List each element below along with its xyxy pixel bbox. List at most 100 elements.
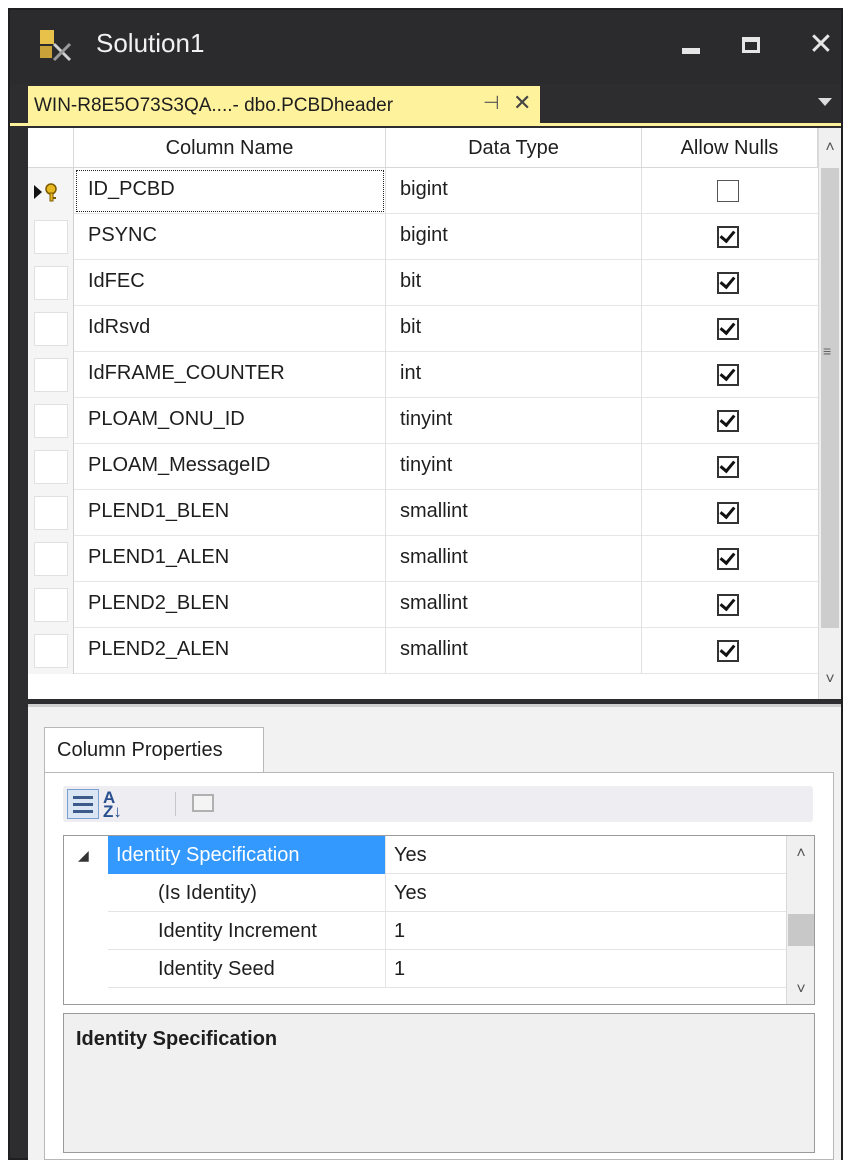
- allow-nulls-header[interactable]: Allow Nulls: [642, 128, 818, 168]
- grid-scrollbar[interactable]: ˄ ≡ ˅: [818, 128, 841, 699]
- data-type-cell[interactable]: bit: [386, 260, 642, 306]
- table-row[interactable]: IdFEC bit: [28, 260, 818, 306]
- property-name: Identity Seed: [108, 950, 386, 988]
- scroll-down-icon[interactable]: ˅: [819, 668, 841, 692]
- close-icon: ✕: [808, 27, 834, 62]
- column-properties-tab[interactable]: Column Properties: [44, 727, 264, 773]
- row-selector-box: [34, 634, 68, 668]
- allow-nulls-checkbox[interactable]: [717, 180, 739, 202]
- table-row[interactable]: IdRsvd bit: [28, 306, 818, 352]
- column-name-header[interactable]: Column Name: [74, 128, 386, 168]
- row-selector[interactable]: [28, 490, 74, 536]
- property-value[interactable]: 1: [386, 912, 786, 950]
- data-type-cell[interactable]: smallint: [386, 490, 642, 536]
- row-selector[interactable]: [28, 306, 74, 352]
- allow-nulls-checkbox[interactable]: [717, 456, 739, 478]
- property-value[interactable]: 1: [386, 950, 786, 988]
- column-name-cell[interactable]: PLEND2_BLEN: [74, 582, 386, 628]
- column-name-cell[interactable]: ID_PCBD: [74, 168, 386, 214]
- row-selector-box: [34, 358, 68, 392]
- scroll-up-icon[interactable]: ˄: [819, 136, 841, 160]
- row-selector[interactable]: [28, 398, 74, 444]
- scroll-down-icon[interactable]: ˅: [787, 978, 814, 1002]
- minimize-button[interactable]: [668, 22, 714, 68]
- property-pages-icon: [192, 794, 214, 812]
- scroll-thumb[interactable]: [788, 914, 814, 946]
- row-selector-box: [34, 266, 68, 300]
- row-selector[interactable]: [28, 582, 74, 628]
- allow-nulls-checkbox[interactable]: [717, 502, 739, 524]
- column-name-cell[interactable]: PLEND1_ALEN: [74, 536, 386, 582]
- categorized-button[interactable]: [67, 789, 99, 819]
- scroll-up-icon[interactable]: ˄: [787, 842, 814, 866]
- table-row[interactable]: PLEND1_BLEN smallint: [28, 490, 818, 536]
- allow-nulls-checkbox[interactable]: [717, 594, 739, 616]
- data-type-header[interactable]: Data Type: [386, 128, 642, 168]
- data-type-cell[interactable]: bit: [386, 306, 642, 352]
- table-row[interactable]: ID_PCBD bigint: [28, 168, 818, 214]
- table-row[interactable]: PLEND1_ALEN smallint: [28, 536, 818, 582]
- allow-nulls-checkbox[interactable]: [717, 318, 739, 340]
- property-value[interactable]: Yes: [386, 836, 786, 874]
- data-type-cell[interactable]: smallint: [386, 536, 642, 582]
- property-row[interactable]: Identity Increment 1: [64, 912, 786, 950]
- row-selector-header: [28, 128, 74, 168]
- table-row[interactable]: PLEND2_BLEN smallint: [28, 582, 818, 628]
- close-window-button[interactable]: ✕: [798, 22, 844, 68]
- column-name-cell[interactable]: IdRsvd: [74, 306, 386, 352]
- property-scrollbar[interactable]: ˄ ˅: [786, 836, 814, 1004]
- data-type-cell[interactable]: smallint: [386, 582, 642, 628]
- column-name-cell[interactable]: PLEND2_ALEN: [74, 628, 386, 674]
- column-name-cell[interactable]: PLOAM_MessageID: [74, 444, 386, 490]
- allow-nulls-checkbox[interactable]: [717, 410, 739, 432]
- checkmark-icon: [719, 502, 736, 520]
- row-selector[interactable]: [28, 260, 74, 306]
- document-tab[interactable]: WIN-R8E5O73S3QA....- dbo.PCBDheader ⊣ ✕: [28, 86, 540, 126]
- data-type-cell[interactable]: tinyint: [386, 444, 642, 490]
- property-row[interactable]: ◢ Identity Specification Yes: [64, 836, 786, 874]
- property-row[interactable]: Identity Seed 1: [64, 950, 786, 988]
- data-type-cell[interactable]: smallint: [386, 628, 642, 674]
- table-row[interactable]: PSYNC bigint: [28, 214, 818, 260]
- table-row[interactable]: PLOAM_ONU_ID tinyint: [28, 398, 818, 444]
- data-type-cell[interactable]: int: [386, 352, 642, 398]
- column-name-cell[interactable]: IdFEC: [74, 260, 386, 306]
- data-type-cell[interactable]: tinyint: [386, 398, 642, 444]
- property-value[interactable]: Yes: [386, 874, 786, 912]
- allow-nulls-checkbox[interactable]: [717, 226, 739, 248]
- property-grid: ◢ Identity Specification Yes (Is Identit…: [63, 835, 815, 1005]
- title-bar[interactable]: Solution1 ✕: [10, 10, 841, 84]
- column-name-cell[interactable]: PLOAM_ONU_ID: [74, 398, 386, 444]
- property-row[interactable]: (Is Identity) Yes: [64, 874, 786, 912]
- table-row[interactable]: IdFRAME_COUNTER int: [28, 352, 818, 398]
- allow-nulls-checkbox[interactable]: [717, 364, 739, 386]
- checkmark-icon: [719, 548, 736, 566]
- data-type-cell[interactable]: bigint: [386, 214, 642, 260]
- column-name-cell[interactable]: IdFRAME_COUNTER: [74, 352, 386, 398]
- column-name-cell[interactable]: PSYNC: [74, 214, 386, 260]
- tabs-dropdown-icon[interactable]: [818, 98, 832, 106]
- property-pages-button[interactable]: [187, 789, 219, 819]
- alphabetical-button[interactable]: A Z↓: [103, 789, 135, 820]
- allow-nulls-checkbox[interactable]: [717, 272, 739, 294]
- collapse-icon[interactable]: ◢: [78, 847, 89, 864]
- close-tab-icon[interactable]: ✕: [513, 90, 531, 116]
- row-selector[interactable]: [28, 628, 74, 674]
- row-selector[interactable]: [28, 214, 74, 260]
- scroll-thumb[interactable]: [821, 168, 839, 628]
- column-name-cell[interactable]: PLEND1_BLEN: [74, 490, 386, 536]
- row-selector[interactable]: [28, 444, 74, 490]
- property-description: Identity Specification: [63, 1013, 815, 1153]
- maximize-button[interactable]: [728, 22, 774, 68]
- pin-tab-icon[interactable]: ⊣: [483, 92, 500, 115]
- allow-nulls-checkbox[interactable]: [717, 640, 739, 662]
- row-selector[interactable]: [28, 168, 74, 214]
- table-row[interactable]: PLEND2_ALEN smallint: [28, 628, 818, 674]
- row-selector[interactable]: [28, 536, 74, 582]
- window-title: Solution1: [96, 28, 205, 58]
- table-row[interactable]: PLOAM_MessageID tinyint: [28, 444, 818, 490]
- data-type-cell[interactable]: bigint: [386, 168, 642, 214]
- property-margin: [64, 912, 108, 950]
- allow-nulls-checkbox[interactable]: [717, 548, 739, 570]
- row-selector[interactable]: [28, 352, 74, 398]
